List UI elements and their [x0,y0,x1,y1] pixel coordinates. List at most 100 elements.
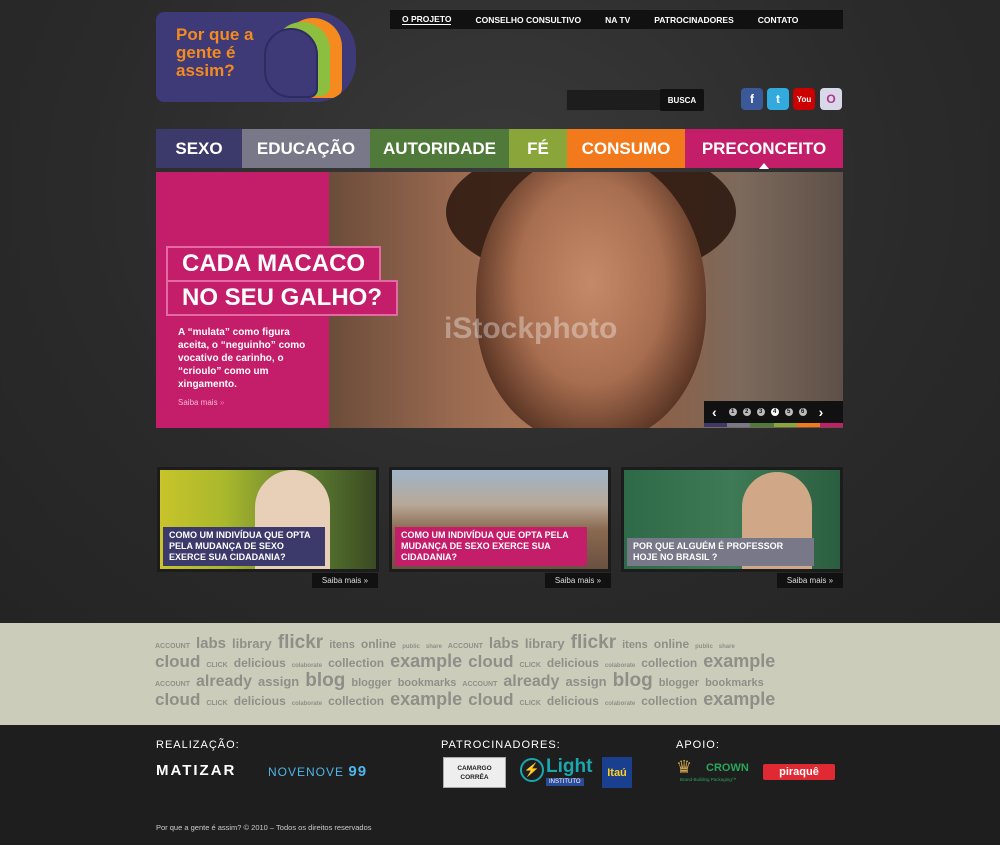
tag[interactable]: blog [305,670,345,691]
tag[interactable]: library [525,636,565,651]
hero-headline-1: CADA MACACO [166,246,382,282]
tag[interactable]: CLICK [206,662,227,669]
tag[interactable]: cloud [155,690,200,709]
novenove-mark-icon: 99 [348,763,368,780]
itau-logo[interactable]: Itaú [602,757,632,788]
tag[interactable]: delicious [234,694,286,708]
tag[interactable]: ACCOUNT [462,681,497,688]
tag[interactable]: blogger [351,677,391,689]
nav-o-projeto[interactable]: O PROJETO [402,14,452,25]
nav-patrocinadores[interactable]: PATROCINADORES [654,15,734,25]
tag[interactable]: example [703,651,775,671]
category-fe[interactable]: FÉ [509,129,567,168]
pager-dot-6[interactable]: 6 [798,408,807,416]
next-arrow-icon[interactable]: › [819,404,824,420]
tag[interactable]: example [390,689,462,709]
category-nav: SEXO EDUCAÇÃO AUTORIDADE FÉ CONSUMO PREC… [156,129,843,169]
tag[interactable]: ACCOUNT [155,681,190,688]
pager-dot-3[interactable]: 3 [756,408,765,416]
tag[interactable]: cloud [468,652,513,671]
card-caption: COMO UM INDIVÍDUA QUE OPTA PELA MUDANÇA … [395,527,587,566]
tag[interactable]: cloud [468,690,513,709]
nav-conselho[interactable]: CONSELHO CONSULTIVO [475,15,581,25]
nav-na-tv[interactable]: NA TV [605,15,630,25]
card-2-more-button[interactable]: Saiba mais » [545,573,611,588]
matizar-logo[interactable]: MATIZAR [156,762,236,779]
tag[interactable]: ACCOUNT [448,643,483,650]
tag[interactable]: flickr [571,632,616,653]
tag[interactable]: share [719,644,735,650]
tag[interactable]: online [654,637,689,651]
tag[interactable]: collection [328,694,384,708]
article-card-3[interactable]: POR QUE ALGUÉM É PROFESSOR HOJE NO BRASI… [621,467,843,572]
card-3-more-button[interactable]: Saiba mais » [777,573,843,588]
tag[interactable]: collection [328,656,384,670]
tag[interactable]: colaborate [292,701,322,707]
category-consumo[interactable]: CONSUMO [567,129,685,168]
tag[interactable]: CLICK [206,700,227,707]
pager-dot-1[interactable]: 1 [728,408,737,416]
youtube-icon[interactable]: You [793,88,815,110]
tag[interactable]: ACCOUNT [155,643,190,650]
tag[interactable]: labs [196,635,226,652]
tag[interactable]: colaborate [292,663,322,669]
nav-contato[interactable]: CONTATO [758,15,799,25]
search-button[interactable]: BUSCA [660,89,704,111]
tag[interactable]: itens [329,639,355,651]
tag[interactable]: example [703,689,775,709]
hero-more-link[interactable]: Saiba mais » [178,398,224,407]
patrocinadores-label: PATROCINADORES: [441,739,561,751]
tag[interactable]: blogger [659,677,699,689]
tag[interactable]: library [232,636,272,651]
tag[interactable]: assign [258,674,299,689]
tag[interactable]: CLICK [520,700,541,707]
tag[interactable]: labs [489,635,519,652]
category-sexo[interactable]: SEXO [156,129,242,168]
tag[interactable]: colaborate [605,663,635,669]
crown-logo[interactable]: ♛ CROWN Brand-Building Packaging™ [676,757,752,785]
camargo-correa-logo[interactable]: CAMARGO CORRÊA [443,757,506,788]
tag[interactable]: already [196,673,252,690]
tag[interactable]: bookmarks [705,677,764,689]
site-logo[interactable]: Por que a gente é assim? [156,12,356,102]
tag[interactable]: share [426,644,442,650]
twitter-icon[interactable]: t [767,88,789,110]
tag[interactable]: public [695,644,713,650]
prev-arrow-icon[interactable]: ‹ [712,404,717,420]
piraque-logo[interactable]: piraquê [763,764,835,780]
tag[interactable]: delicious [234,656,286,670]
article-card-1[interactable]: COMO UM INDIVÍDUA QUE OPTA PELA MUDANÇA … [157,467,379,572]
tag[interactable]: online [361,637,396,651]
double-chevron-icon: » [828,576,834,585]
tag[interactable]: already [503,673,559,690]
tag[interactable]: CLICK [520,662,541,669]
article-card-2[interactable]: COMO UM INDIVÍDUA QUE OPTA PELA MUDANÇA … [389,467,611,572]
pager-dot-2[interactable]: 2 [742,408,751,416]
tag[interactable]: example [390,651,462,671]
card-1-more-button[interactable]: Saiba mais » [312,573,378,588]
novenove-logo[interactable]: NOVENOVE 99 [268,763,367,780]
tag[interactable]: flickr [278,632,323,653]
tag[interactable]: cloud [155,652,200,671]
tag[interactable]: blog [613,670,653,691]
tag[interactable]: public [402,644,420,650]
tag[interactable]: delicious [547,656,599,670]
active-indicator [759,163,769,169]
tag[interactable]: collection [641,694,697,708]
category-preconceito[interactable]: PRECONCEITO [685,129,843,169]
pager-dot-4[interactable]: 4 [770,408,779,416]
tag[interactable]: colaborate [605,701,635,707]
search-input[interactable] [566,89,662,111]
light-logo[interactable]: ⚡ Light INSTITUTO [520,756,592,790]
tag[interactable]: delicious [547,694,599,708]
crown-icon: ♛ [676,757,693,777]
tag[interactable]: collection [641,656,697,670]
tag[interactable]: bookmarks [398,677,457,689]
tag[interactable]: assign [565,674,606,689]
category-autoridade[interactable]: AUTORIDADE [370,129,509,168]
facebook-icon[interactable]: f [741,88,763,110]
orkut-icon[interactable]: O [820,88,842,110]
category-educacao[interactable]: EDUCAÇÃO [242,129,370,168]
pager-dot-5[interactable]: 5 [784,408,793,416]
tag[interactable]: itens [622,639,648,651]
